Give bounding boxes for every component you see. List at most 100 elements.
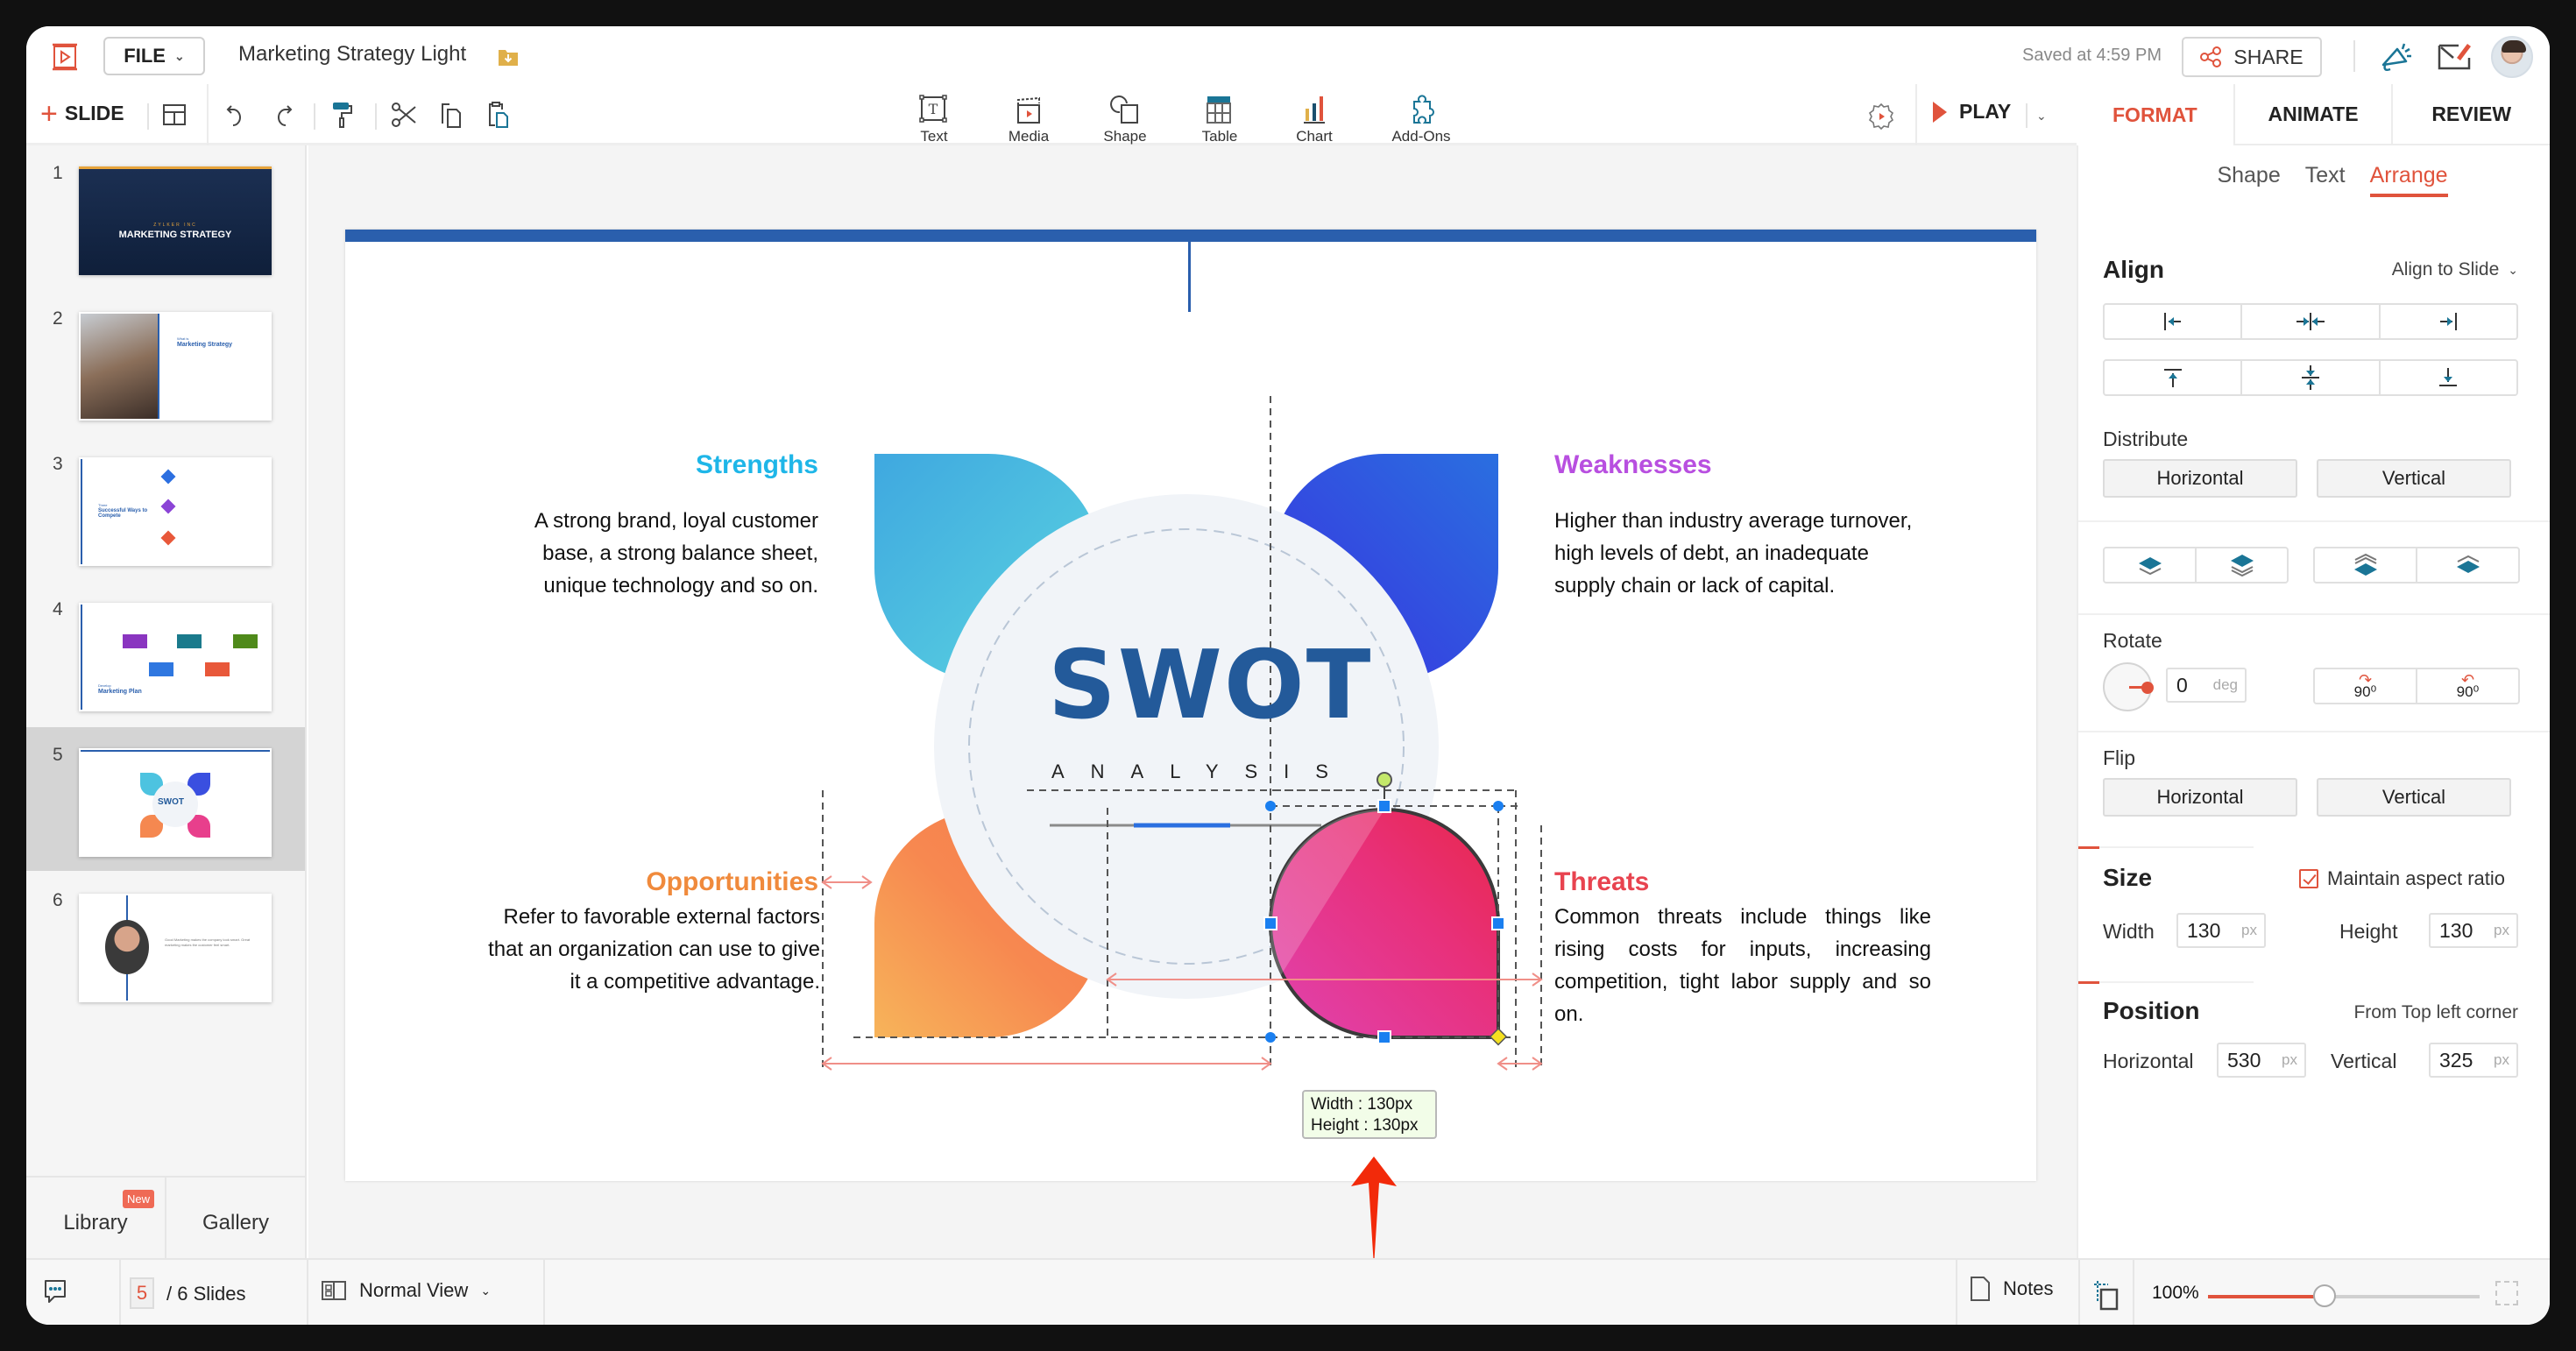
slide-number: 6 bbox=[53, 890, 63, 910]
strengths-body[interactable]: A strong brand, loyal customer base, a s… bbox=[492, 505, 818, 602]
insert-text-button[interactable]: T Text bbox=[899, 93, 969, 145]
slide-thumbnail-4[interactable]: 4 Develop Marketing Plan bbox=[26, 582, 305, 725]
notes-button[interactable]: Notes bbox=[1970, 1276, 2053, 1302]
opportunities-title[interactable]: Opportunities bbox=[608, 867, 818, 897]
document-title[interactable]: Marketing Strategy Light bbox=[238, 42, 466, 67]
play-button[interactable]: PLAY bbox=[1933, 100, 2011, 124]
slideshow-settings-icon[interactable] bbox=[1866, 102, 1896, 131]
maintain-aspect-label: Maintain aspect ratio bbox=[2327, 867, 2505, 889]
slide-number: 5 bbox=[53, 745, 63, 765]
slide-preview-shape bbox=[160, 499, 176, 514]
chat-icon[interactable] bbox=[40, 1276, 75, 1311]
insert-media-button[interactable]: Media bbox=[994, 93, 1064, 145]
add-slide-button[interactable]: + SLIDE bbox=[40, 99, 124, 129]
subtab-arrange[interactable]: Arrange bbox=[2369, 163, 2448, 197]
zoom-slider-knob[interactable] bbox=[2313, 1284, 2337, 1307]
cut-button[interactable] bbox=[389, 100, 419, 130]
insert-chart-button[interactable]: Chart bbox=[1279, 93, 1349, 145]
copy-button[interactable] bbox=[436, 100, 466, 130]
slide-preview-subtitle: Develop bbox=[98, 683, 111, 688]
rotate-clockwise-button[interactable]: ↷ 90⁰ bbox=[2315, 669, 2416, 703]
align-center-button[interactable] bbox=[2240, 305, 2378, 338]
width-label: Width bbox=[2103, 920, 2155, 943]
bring-to-front-icon bbox=[2353, 554, 2377, 576]
rotate-counterclockwise-button[interactable]: ↶ 90⁰ bbox=[2416, 669, 2518, 703]
folder-download-icon[interactable] bbox=[498, 47, 519, 67]
tab-format[interactable]: FORMAT bbox=[2077, 84, 2233, 145]
opportunities-body[interactable]: Refer to favorable external factors that… bbox=[482, 901, 820, 998]
play-options-dropdown[interactable]: ⌄ bbox=[2036, 109, 2059, 126]
user-avatar[interactable] bbox=[2491, 36, 2533, 78]
slide-thumbnail-1[interactable]: 1 ZYLKER INC MARKETING STRATEGY bbox=[26, 145, 305, 289]
horizontal-position-input[interactable]: 530 px bbox=[2217, 1043, 2306, 1078]
align-to-dropdown[interactable]: Align to Slide ⌄ bbox=[2392, 259, 2518, 280]
insert-media-label: Media bbox=[1008, 128, 1050, 145]
swot-subtitle[interactable]: ANALYSIS bbox=[1051, 760, 1355, 783]
paste-button[interactable] bbox=[484, 100, 513, 130]
format-painter-button[interactable] bbox=[328, 100, 357, 130]
app-logo-icon[interactable] bbox=[49, 42, 81, 72]
rotation-dial[interactable] bbox=[2103, 662, 2154, 711]
distribute-horizontal-button[interactable]: Horizontal bbox=[2103, 459, 2297, 498]
swot-title[interactable]: SWOT bbox=[1048, 631, 1372, 740]
resize-handle bbox=[1493, 801, 1504, 811]
align-top-button[interactable] bbox=[2105, 361, 2240, 394]
slide-thumbnail-2[interactable]: 2 What is Marketing Strategy bbox=[26, 291, 305, 435]
send-backward-button[interactable] bbox=[2105, 548, 2195, 582]
feedback-icon[interactable] bbox=[2436, 39, 2474, 74]
redo-button[interactable] bbox=[268, 100, 298, 130]
announcement-megaphone-icon[interactable] bbox=[2378, 39, 2417, 74]
align-left-button[interactable] bbox=[2105, 305, 2240, 338]
strengths-title[interactable]: Strengths bbox=[668, 450, 818, 480]
layout-button[interactable] bbox=[159, 100, 189, 130]
slide-preview-shape bbox=[205, 662, 230, 676]
tab-review[interactable]: REVIEW bbox=[2391, 84, 2550, 145]
fullscreen-expand-icon[interactable] bbox=[2495, 1281, 2518, 1305]
weaknesses-title[interactable]: Weaknesses bbox=[1554, 450, 1712, 480]
align-right-button[interactable] bbox=[2378, 305, 2516, 338]
send-to-back-button[interactable] bbox=[2195, 548, 2287, 582]
subtab-text[interactable]: Text bbox=[2305, 163, 2346, 197]
share-button[interactable]: SHARE bbox=[2182, 37, 2322, 77]
insert-shape-button[interactable]: Shape bbox=[1090, 93, 1160, 145]
distribute-vertical-button[interactable]: Vertical bbox=[2317, 459, 2511, 498]
width-input[interactable]: 130 px bbox=[2176, 913, 2266, 948]
bring-to-front-button[interactable] bbox=[2315, 548, 2416, 582]
slide-5[interactable]: SWOT ANALYSIS Strengths A strong brand, … bbox=[345, 230, 2036, 1181]
slide-thumbnail-6[interactable]: 6 Good Marketing makes the company look … bbox=[26, 873, 305, 1016]
slide-thumbnail-5[interactable]: 5 SWOT bbox=[26, 727, 305, 871]
threats-title[interactable]: Threats bbox=[1554, 867, 1649, 897]
height-input[interactable]: 130 px bbox=[2429, 913, 2518, 948]
undo-button[interactable] bbox=[221, 100, 251, 130]
align-bottom-button[interactable] bbox=[2378, 361, 2516, 394]
rotate-input[interactable]: 0 deg bbox=[2166, 668, 2247, 703]
maintain-aspect-checkbox[interactable]: Maintain aspect ratio bbox=[2299, 867, 2505, 890]
library-button[interactable]: New Library bbox=[26, 1178, 165, 1258]
align-middle-button[interactable] bbox=[2240, 361, 2378, 394]
current-slide-input[interactable]: 5 bbox=[130, 1277, 154, 1309]
weaknesses-body[interactable]: Higher than industry average turnover, h… bbox=[1554, 505, 1931, 602]
flip-vertical-button[interactable]: Vertical bbox=[2317, 778, 2511, 817]
flip-horizontal-button[interactable]: Horizontal bbox=[2103, 778, 2297, 817]
threats-body[interactable]: Common threats include things like risin… bbox=[1554, 901, 1931, 1030]
gallery-button[interactable]: Gallery bbox=[165, 1178, 305, 1258]
fit-to-screen-icon[interactable] bbox=[2092, 1279, 2120, 1311]
subtab-shape[interactable]: Shape bbox=[2217, 163, 2280, 197]
resize-handle bbox=[1263, 916, 1277, 930]
slide-preview: Three Successful Ways to Compete bbox=[79, 457, 272, 566]
vertical-position-input[interactable]: 325 px bbox=[2429, 1043, 2518, 1078]
scissors-icon bbox=[392, 103, 416, 127]
tab-animate[interactable]: ANIMATE bbox=[2233, 84, 2392, 145]
slide-preview: ZYLKER INC MARKETING STRATEGY bbox=[79, 166, 272, 275]
zoom-level: 100% bbox=[2152, 1283, 2199, 1303]
format-panel: Shape Text Arrange Align Align to Slide … bbox=[2077, 145, 2550, 1258]
slide-preview-title: Marketing Plan bbox=[98, 689, 142, 695]
bring-forward-button[interactable] bbox=[2416, 548, 2518, 582]
insert-table-button[interactable]: Table bbox=[1185, 93, 1255, 145]
insert-addons-button[interactable]: Add-Ons bbox=[1386, 93, 1456, 145]
file-menu-button[interactable]: FILE ⌄ bbox=[103, 37, 205, 75]
zoom-slider[interactable] bbox=[2208, 1284, 2480, 1307]
slide-thumbnail-3[interactable]: 3 Three Successful Ways to Compete bbox=[26, 436, 305, 580]
view-mode-dropdown[interactable]: Normal View ⌄ bbox=[321, 1279, 491, 1302]
align-title: Align bbox=[2103, 256, 2164, 283]
